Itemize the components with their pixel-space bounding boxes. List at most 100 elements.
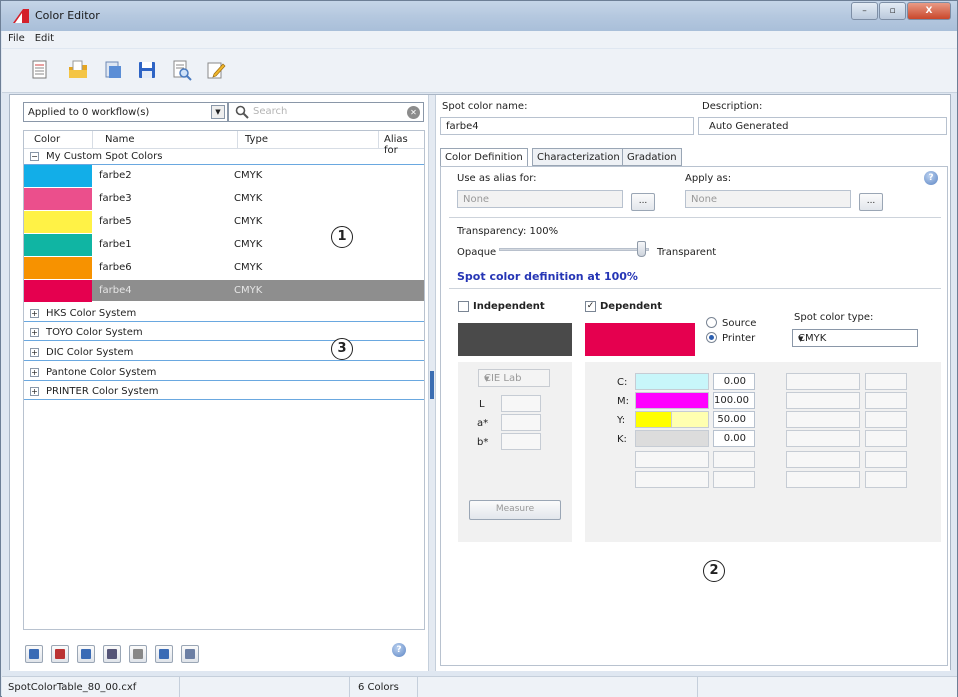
cmyk-y-input[interactable]: 50.00 [713,411,755,428]
save-icon[interactable] [137,59,157,81]
row-name: farbe1 [99,239,132,250]
help-icon[interactable]: ? [392,643,406,657]
lab-b-label: b* [477,437,489,448]
open-folder-icon[interactable] [68,59,88,81]
group-my-custom-spot-colors[interactable]: − My Custom Spot Colors [24,149,424,165]
edit-icon[interactable] [206,59,226,81]
lab-b-input[interactable] [501,433,541,450]
status-bar: SpotColorTable_80_00.cxf 6 Colors [2,676,957,697]
cmyk-k-input[interactable]: 0.00 [713,430,755,447]
group-toyo-color-system[interactable]: + TOYO Color System [24,325,424,341]
splitter-grip[interactable] [430,371,434,399]
apply-as-browse-button[interactable]: ... [859,193,883,211]
secondary-input[interactable] [865,411,907,428]
clear-search-icon[interactable]: ✕ [407,106,420,119]
table-row[interactable]: farbe3 CMYK [24,188,424,210]
cmyk-c-input[interactable]: 0.00 [713,373,755,390]
group-dic-color-system[interactable]: + DIC Color System [24,345,424,361]
lab-l-input[interactable] [501,395,541,412]
secondary-input[interactable] [865,392,907,409]
tab-color-definition[interactable]: Color Definition [440,148,528,167]
group-pantone-color-system[interactable]: + Pantone Color System [24,365,424,381]
dependent-checkbox[interactable]: ✓ [585,301,596,312]
transparency-slider-track[interactable] [499,248,649,251]
close-button[interactable]: X [907,2,951,20]
table-row[interactable]: farbe1 CMYK [24,234,424,256]
column-header-type[interactable]: Type [245,134,268,145]
cie-lab-select[interactable]: CIE Lab ▼ [478,369,550,387]
source-radio[interactable] [706,317,717,328]
minimize-button[interactable]: – [851,2,878,20]
expand-icon[interactable]: + [30,348,39,357]
secondary-bar [786,392,860,409]
secondary-input[interactable] [865,430,907,447]
collapse-icon[interactable]: − [30,152,39,161]
add-color-icon[interactable] [25,645,43,663]
secondary-bar [786,373,860,390]
spot-type-select[interactable]: CMYK ▼ [792,329,918,347]
group-printer-color-system[interactable]: + PRINTER Color System [24,384,424,400]
callout-1: 1 [331,226,353,248]
new-document-icon[interactable] [30,59,50,81]
independent-color-preview [458,323,572,356]
table-row[interactable]: farbe6 CMYK [24,257,424,279]
main-content: Applied to 0 workflow(s) ▼ Search ✕ Colo… [9,94,951,671]
independent-checkbox[interactable] [458,301,469,312]
list-view-icon[interactable] [103,645,121,663]
table-row[interactable]: farbe2 CMYK [24,165,424,187]
alias-input[interactable]: None [457,190,623,208]
secondary-input[interactable] [865,373,907,390]
measure-button[interactable]: Measure [469,500,561,520]
cmyk-m-input[interactable]: 100.00 [713,392,755,409]
help-icon[interactable]: ? [924,171,938,185]
printer-radio[interactable] [706,332,717,343]
apply-as-value: None [691,194,718,205]
row-type: CMYK [234,239,263,250]
status-color-count: 6 Colors [358,682,399,693]
apply-as-input[interactable]: None [685,190,851,208]
duplicate-icon[interactable] [77,645,95,663]
group-hks-color-system[interactable]: + HKS Color System [24,306,424,322]
table-row[interactable]: farbe5 CMYK [24,211,424,233]
remove-color-icon[interactable] [51,645,69,663]
spot-name-input[interactable]: farbe4 [440,117,694,135]
spot-color-detail-panel: Spot color name: farbe4 Description: Aut… [436,95,950,671]
panel-splitter[interactable] [428,95,436,671]
import-icon[interactable] [103,59,123,81]
chevron-down-icon[interactable]: ▼ [211,105,225,119]
menu-edit[interactable]: Edit [29,31,58,44]
secondary-input[interactable] [865,451,907,468]
expand-icon[interactable]: + [30,309,39,318]
description-input[interactable]: Auto Generated [698,117,947,135]
properties-icon[interactable] [129,645,147,663]
tab-gradation[interactable]: Gradation [622,148,682,166]
expand-icon[interactable]: + [30,387,39,396]
transparent-label: Transparent [657,247,717,258]
menu-file[interactable]: File [2,31,29,44]
maximize-button[interactable]: ▫ [879,2,906,20]
extra-channel-input[interactable] [713,451,755,468]
column-header-color[interactable]: Color [34,134,60,145]
workflow-select[interactable]: Applied to 0 workflow(s) ▼ [23,102,228,122]
tab-characterization[interactable]: Characterization [532,148,625,166]
extra-channel-input[interactable] [713,471,755,488]
cmyk-c-label: C: [617,377,628,388]
expand-icon[interactable]: + [30,328,39,337]
color-swatch [24,188,92,210]
merge-icon[interactable] [155,645,173,663]
preview-icon[interactable] [172,59,192,81]
table-row-selected[interactable]: farbe4 CMYK [24,280,424,302]
expand-icon[interactable]: + [30,368,39,377]
transparency-slider-thumb[interactable] [637,241,646,257]
spot-name-label: Spot color name: [442,101,528,112]
row-name: farbe4 [99,285,132,296]
callout-3: 3 [331,338,353,360]
lab-l-label: L [479,399,485,410]
fit-icon[interactable] [181,645,199,663]
search-input[interactable]: Search ✕ [228,102,424,122]
row-type: CMYK [234,285,263,296]
alias-browse-button[interactable]: ... [631,193,655,211]
column-header-name[interactable]: Name [105,134,135,145]
lab-a-input[interactable] [501,414,541,431]
secondary-input[interactable] [865,471,907,488]
